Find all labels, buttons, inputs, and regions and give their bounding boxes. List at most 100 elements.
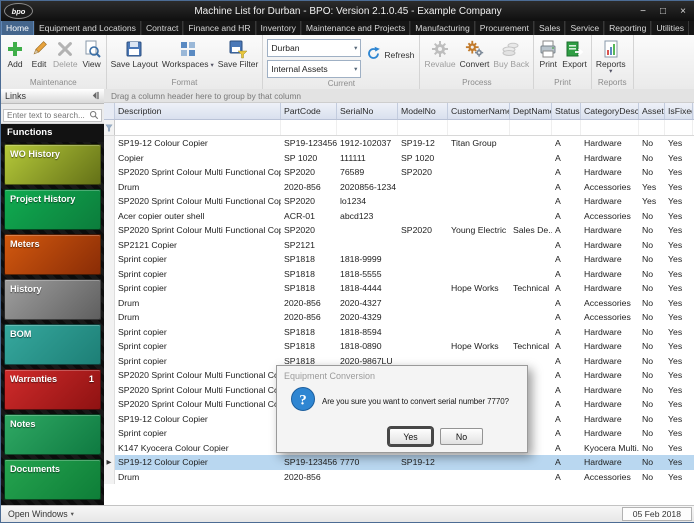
filter-cell-partcode[interactable] bbox=[281, 120, 337, 135]
tab-manufacturing[interactable]: Manufacturing bbox=[410, 21, 474, 35]
tab-inventory[interactable]: Inventory bbox=[256, 21, 301, 35]
workspaces-button[interactable]: Workspaces▾ bbox=[160, 36, 216, 69]
table-row[interactable]: Sprint copierSP18181818-0890Hope WorksTe… bbox=[104, 339, 694, 354]
sidebar-item-project-history[interactable]: Project History bbox=[4, 189, 101, 230]
sidebar-item-history[interactable]: History bbox=[4, 279, 101, 320]
dialog-body: ? Are you sure you want to convert seria… bbox=[277, 384, 527, 417]
no-button[interactable]: No bbox=[440, 428, 483, 445]
tab-reporting[interactable]: Reporting bbox=[604, 21, 651, 35]
view-button[interactable]: View bbox=[80, 36, 104, 69]
table-row[interactable]: SP2020 Sprint Colour Multi Functional Co… bbox=[104, 165, 694, 180]
grid-cell: SP2020 Sprint Colour Multi Functional Co… bbox=[115, 383, 281, 398]
open-windows-button[interactable]: Open Windows ▾ bbox=[1, 509, 81, 519]
export-button[interactable]: Export bbox=[560, 36, 589, 69]
sidebar-item-notes[interactable]: Notes bbox=[4, 414, 101, 455]
filter-cell-serialno[interactable] bbox=[337, 120, 398, 135]
search-input[interactable] bbox=[3, 109, 102, 122]
save-layout-button[interactable]: Save Layout bbox=[109, 36, 160, 69]
table-row[interactable]: Acer copier outer shellACR-01abcd123AAcc… bbox=[104, 209, 694, 224]
table-row[interactable]: Sprint copierSP18181818-4444Hope WorksTe… bbox=[104, 281, 694, 296]
tab-contract[interactable]: Contract bbox=[141, 21, 183, 35]
column-header-serialno[interactable]: SerialNo bbox=[337, 103, 398, 119]
maximize-button[interactable]: □ bbox=[653, 3, 673, 19]
column-header-isfixedasset[interactable]: IsFixedAsset bbox=[665, 103, 693, 119]
sidebar-item-warranties[interactable]: Warranties1 bbox=[4, 369, 101, 410]
minimize-button[interactable]: − bbox=[633, 3, 653, 19]
table-row[interactable]: SP19-12 Colour CopierSP19-1234561912-102… bbox=[104, 136, 694, 151]
grid-cell: A bbox=[552, 223, 581, 238]
tab-utilities[interactable]: Utilities bbox=[651, 21, 689, 35]
grid-cell: Titan Group bbox=[448, 136, 510, 151]
buy-back-button[interactable]: Buy Back bbox=[491, 36, 531, 69]
reports-button[interactable]: Reports ▾ bbox=[594, 36, 628, 74]
title-bar: bpo Machine List for Durban - BPO: Versi… bbox=[1, 1, 694, 21]
sidebar-item-documents[interactable]: Documents bbox=[4, 459, 101, 500]
sidebar-item-wo-history[interactable]: WO History bbox=[4, 144, 101, 185]
filter-cell-deptname[interactable] bbox=[510, 120, 552, 135]
print-button[interactable]: Print bbox=[536, 36, 560, 69]
sidebar-item-label: WO History bbox=[10, 149, 60, 159]
pin-icon[interactable] bbox=[91, 91, 100, 100]
grid-cell bbox=[448, 325, 510, 340]
tab-sales[interactable]: Sales bbox=[534, 21, 566, 35]
delete-button[interactable]: Delete bbox=[51, 36, 80, 69]
filter-cell-modelno[interactable] bbox=[398, 120, 448, 135]
tab-finance-and-hr[interactable]: Finance and HR bbox=[183, 21, 255, 35]
column-header-customername[interactable]: CustomerName bbox=[448, 103, 510, 119]
filter-cell-customername[interactable] bbox=[448, 120, 510, 135]
table-row[interactable]: Sprint copierSP18181818-8594AHardwareNoY… bbox=[104, 325, 694, 340]
table-row[interactable]: SP2020 Sprint Colour Multi Functional Co… bbox=[104, 194, 694, 209]
column-header-categorydesc[interactable]: CategoryDesc bbox=[581, 103, 639, 119]
table-row[interactable]: Sprint copierSP18181818-9999AHardwareNoY… bbox=[104, 252, 694, 267]
grid-cell: Hardware bbox=[581, 325, 639, 340]
table-row[interactable]: SP2020 Sprint Colour Multi Functional Co… bbox=[104, 223, 694, 238]
grid-cell: lo1234 bbox=[337, 194, 398, 209]
edit-button[interactable]: Edit bbox=[27, 36, 51, 69]
asset-type-select[interactable]: Internal Assets ▾ bbox=[267, 60, 361, 78]
table-row[interactable]: Drum2020-8562020-4327AAccessoriesNoYes bbox=[104, 296, 694, 311]
table-row[interactable]: Sprint copierSP18181818-5555AHardwareNoY… bbox=[104, 267, 694, 282]
column-header-modelno[interactable]: ModelNo bbox=[398, 103, 448, 119]
tab-maintenance-and-projects[interactable]: Maintenance and Projects bbox=[301, 21, 410, 35]
filter-icon-cell[interactable] bbox=[104, 120, 115, 135]
grid-cell bbox=[448, 455, 510, 470]
sidebar-item-bom[interactable]: BOM bbox=[4, 324, 101, 365]
refresh-button[interactable]: Refresh bbox=[363, 36, 417, 73]
table-row[interactable]: CopierSP 1020111111SP 1020AHardwareNoYes bbox=[104, 151, 694, 166]
tab-procurement[interactable]: Procurement bbox=[475, 21, 534, 35]
convert-button[interactable]: Convert bbox=[458, 36, 492, 69]
table-row[interactable]: SP2121 CopierSP2121AHardwareNoYes bbox=[104, 238, 694, 253]
yes-button[interactable]: Yes bbox=[389, 428, 432, 445]
filter-cell-isfixedasset[interactable] bbox=[665, 120, 693, 135]
table-row[interactable]: Drum2020-8562020-4329AAccessoriesNoYes bbox=[104, 310, 694, 325]
column-header-status[interactable]: Status bbox=[552, 103, 581, 119]
column-header-asset[interactable]: Asset bbox=[639, 103, 665, 119]
table-row[interactable]: Drum2020-8562020856-1234AAccessoriesYesY… bbox=[104, 180, 694, 195]
filter-cell-status[interactable] bbox=[552, 120, 581, 135]
column-header-deptname[interactable]: DeptName bbox=[510, 103, 552, 119]
tab-home[interactable]: Home bbox=[1, 21, 34, 35]
table-row[interactable]: Drum2020-856AAccessoriesNoYes bbox=[104, 470, 694, 485]
window-title: Machine List for Durban - BPO: Version 2… bbox=[1, 6, 694, 17]
revalue-button[interactable]: Revalue bbox=[422, 36, 457, 69]
filter-cell-categorydesc[interactable] bbox=[581, 120, 639, 135]
tab-equipment-and-locations[interactable]: Equipment and Locations bbox=[34, 21, 141, 35]
sidebar-item-meters[interactable]: Meters bbox=[4, 234, 101, 275]
grid-cell bbox=[510, 325, 552, 340]
grid-cell: Hardware bbox=[581, 368, 639, 383]
grid-cell: Yes bbox=[665, 194, 693, 209]
column-header-description[interactable]: Description bbox=[115, 103, 281, 119]
search-icon bbox=[89, 107, 99, 125]
close-button[interactable]: × bbox=[673, 3, 693, 19]
add-button[interactable]: Add bbox=[3, 36, 27, 69]
column-header-partcode[interactable]: PartCode bbox=[281, 103, 337, 119]
tab-service[interactable]: Service bbox=[565, 21, 604, 35]
grid-cell: SP1818 bbox=[281, 252, 337, 267]
group-by-bar[interactable]: Drag a column header here to group by th… bbox=[104, 89, 694, 103]
filter-cell-description[interactable] bbox=[115, 120, 281, 135]
save-filter-button[interactable]: Save Filter bbox=[216, 36, 261, 69]
table-row[interactable]: ▶SP19-12 Colour CopierSP19-1234567770SP1… bbox=[104, 455, 694, 470]
branch-select[interactable]: Durban ▾ bbox=[267, 39, 361, 57]
filter-cell-asset[interactable] bbox=[639, 120, 665, 135]
grid-cell: Hardware bbox=[581, 455, 639, 470]
